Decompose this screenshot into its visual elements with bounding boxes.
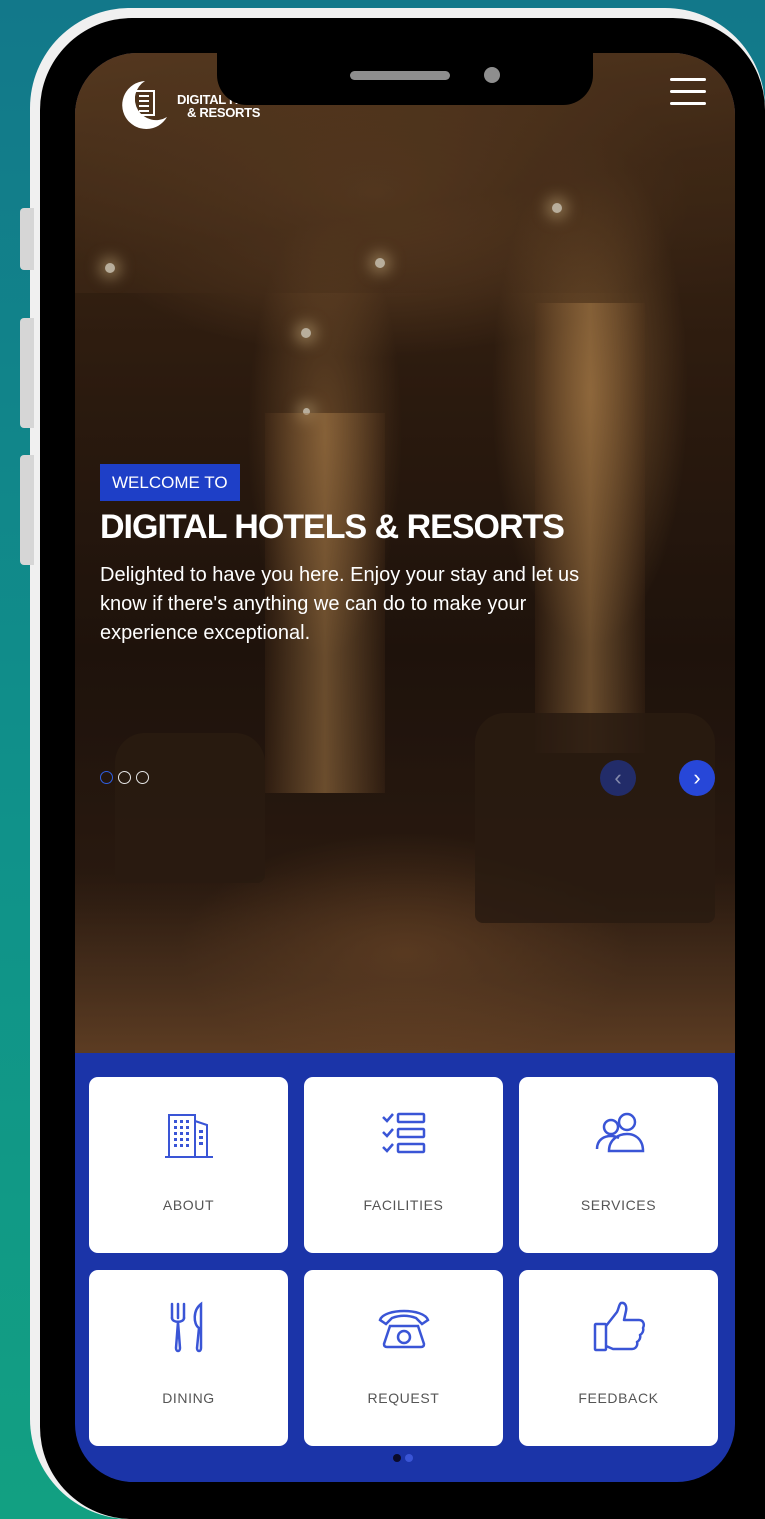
- tile-about[interactable]: ABOUT: [89, 1077, 288, 1253]
- notch-speaker: [350, 71, 450, 80]
- notch-camera: [484, 67, 500, 83]
- tile-facilities[interactable]: FACILITIES: [304, 1077, 503, 1253]
- app-screen: DIGITAL HOTELS & RESORTS WELCOME TO DIGI…: [75, 53, 735, 1482]
- checklist-icon: [381, 1112, 425, 1154]
- tile-feedback[interactable]: FEEDBACK: [519, 1270, 718, 1446]
- hamburger-menu-icon[interactable]: [670, 78, 706, 106]
- carousel-next-button[interactable]: ›: [679, 760, 715, 796]
- welcome-tag: WELCOME TO: [100, 464, 240, 501]
- hero-text: Delighted to have you here. Enjoy your s…: [100, 564, 580, 644]
- chevron-left-icon: ‹: [614, 765, 622, 790]
- tile-label: REQUEST: [367, 1390, 440, 1406]
- tile-label: ABOUT: [162, 1197, 215, 1213]
- phone-volume-down-button: [20, 455, 34, 565]
- tile-label: FEEDBACK: [578, 1390, 659, 1406]
- tile-dining[interactable]: DINING: [89, 1270, 288, 1446]
- hotel-crescent-icon: [122, 81, 167, 129]
- hero-carousel[interactable]: DIGITAL HOTELS & RESORTS WELCOME TO DIGI…: [75, 53, 735, 1053]
- page-dot-2[interactable]: [405, 1454, 413, 1462]
- tile-label: DINING: [162, 1390, 215, 1406]
- phone-notch: [217, 53, 593, 105]
- carousel-dot-1[interactable]: [100, 771, 113, 784]
- thumbs-up-icon: [593, 1301, 645, 1352]
- carousel-indicators: [100, 771, 154, 784]
- users-icon: [595, 1112, 644, 1153]
- carousel-dot-3[interactable]: [136, 771, 149, 784]
- tile-services[interactable]: SERVICES: [519, 1077, 718, 1253]
- phone-volume-up-button: [20, 318, 34, 428]
- page-indicator: [393, 1454, 417, 1462]
- brand-logo-line2: & RESORTS: [187, 105, 261, 120]
- page-dot-1[interactable]: [393, 1454, 401, 1462]
- fork-knife-icon: [170, 1301, 202, 1353]
- tile-label: FACILITIES: [363, 1197, 444, 1213]
- building-icon: [164, 1114, 213, 1158]
- carousel-dot-2[interactable]: [118, 771, 131, 784]
- tile-request[interactable]: REQUEST: [304, 1270, 503, 1446]
- hero-image-overlay: [75, 53, 735, 1053]
- phone-mute-switch: [20, 208, 34, 270]
- chevron-right-icon: ›: [693, 765, 701, 790]
- tile-label: SERVICES: [580, 1197, 657, 1213]
- hero-title: DIGITAL HOTELS & RESORTS: [100, 508, 565, 546]
- telephone-icon: [378, 1309, 429, 1349]
- carousel-prev-button[interactable]: ‹: [600, 760, 636, 796]
